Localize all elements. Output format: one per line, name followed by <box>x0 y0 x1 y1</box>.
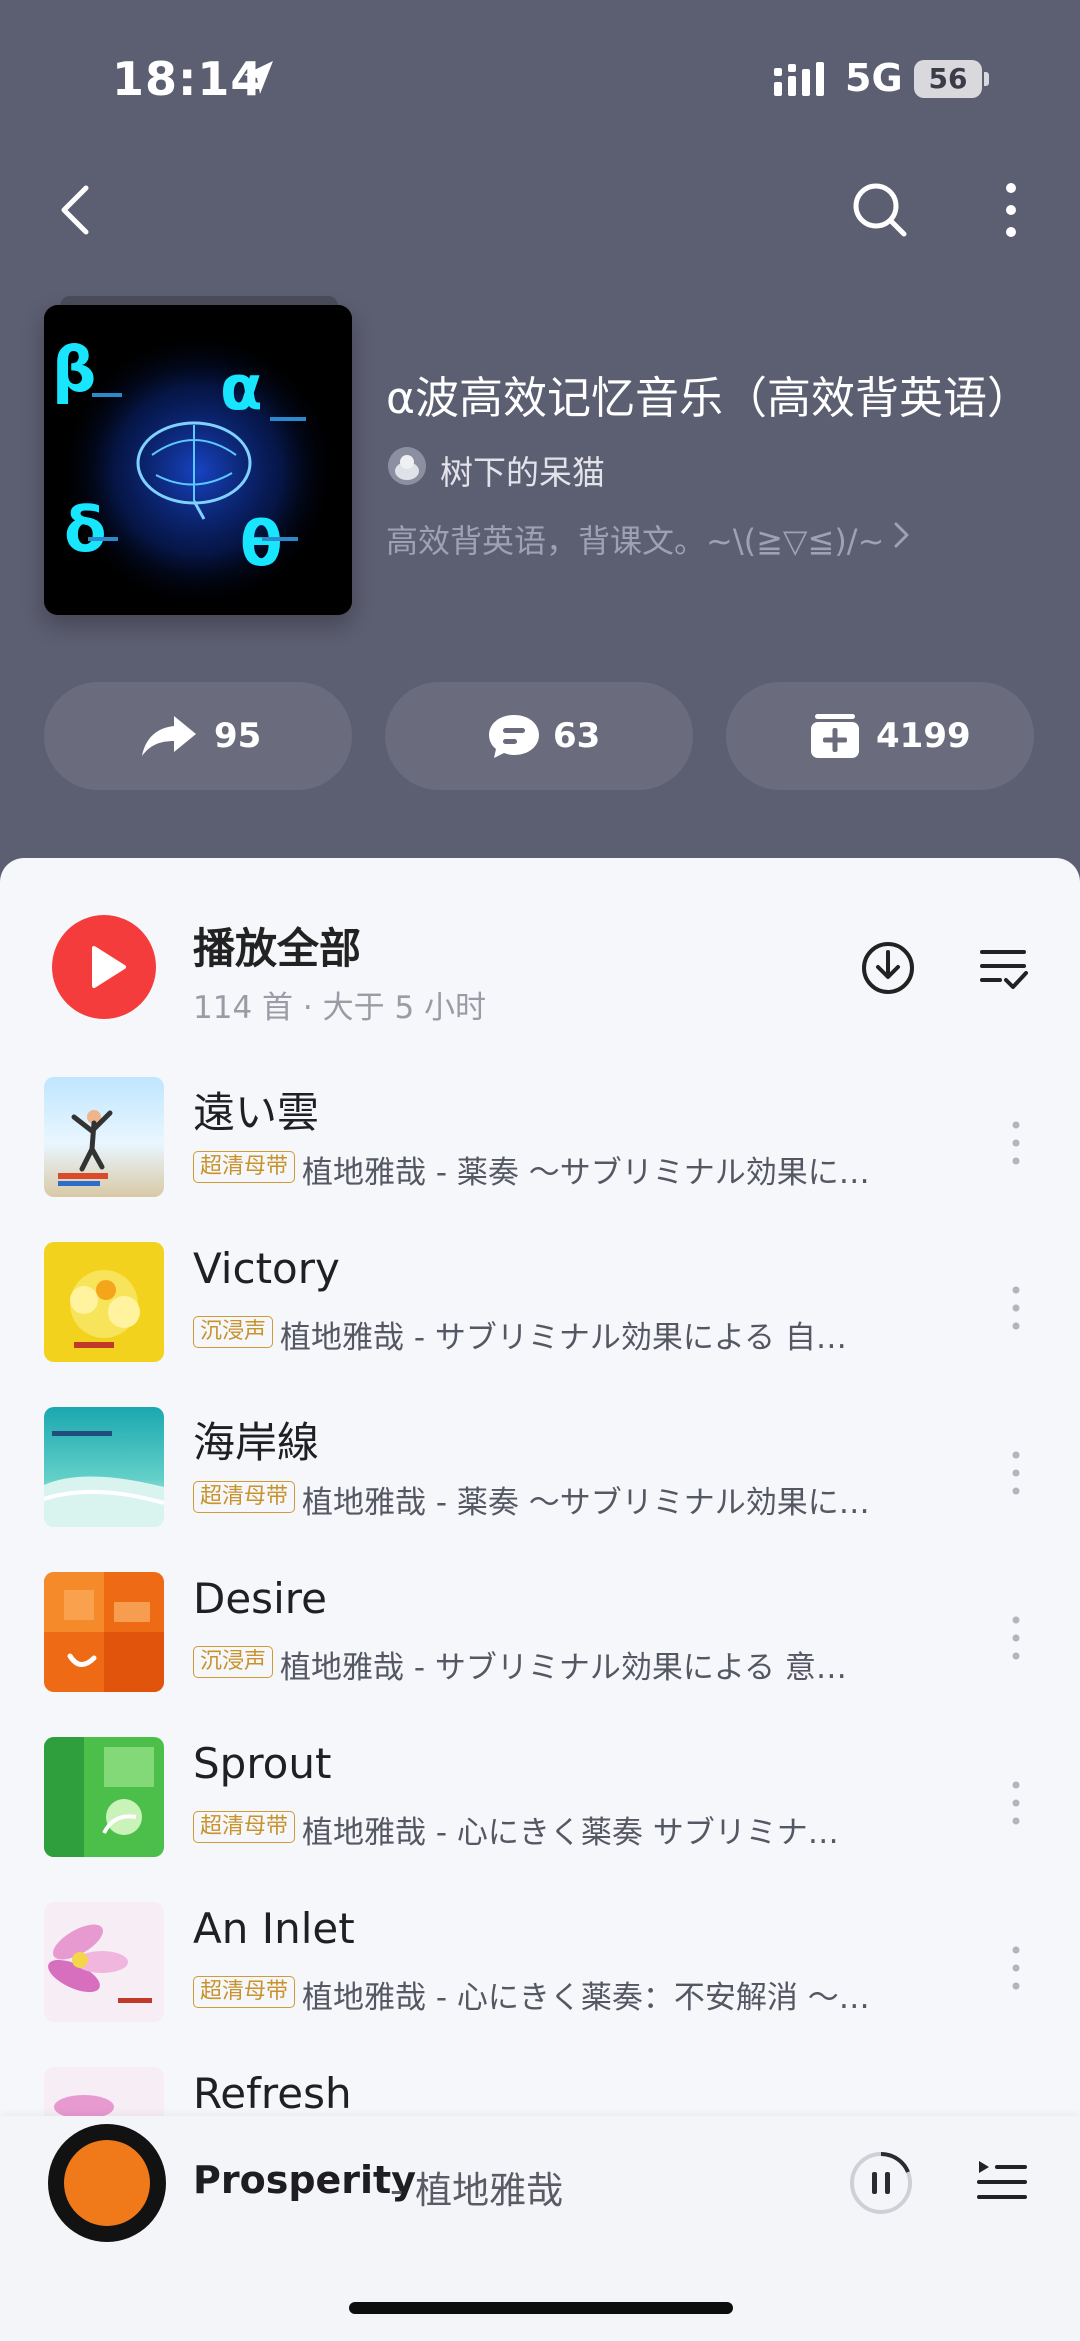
song-row[interactable]: Sprout 超清母带 植地雅哉 - 心にきく薬奏 サブリミナ… <box>0 1737 1080 1902</box>
song-row[interactable]: 海岸線 超清母带 植地雅哉 - 薬奏 ～サブリミナル効果に… <box>0 1407 1080 1572</box>
song-more-icon[interactable] <box>1002 1608 1030 1668</box>
brain-waves-artwork: β α δ θ <box>44 305 352 615</box>
alpha-label: α <box>220 351 263 424</box>
comment-icon <box>489 715 539 758</box>
chevron-right-icon[interactable] <box>890 518 914 552</box>
play-icon <box>92 946 126 988</box>
song-title: 遠い雲 <box>193 1088 320 1137</box>
collect-icon <box>811 714 859 758</box>
song-subtitle: 植地雅哉 - 心にきく薬奏：不安解消 ～… <box>302 1980 870 2016</box>
beta-label: β <box>52 333 96 406</box>
back-icon[interactable] <box>52 180 104 240</box>
search-icon[interactable] <box>848 178 912 242</box>
now-playing-title[interactable]: Prosperity <box>193 2158 416 2202</box>
song-row[interactable]: Desire 沉浸声 植地雅哉 - サブリミナル効果による 意… <box>0 1572 1080 1737</box>
download-icon[interactable] <box>860 940 916 996</box>
song-subtitle: 植地雅哉 - 薬奏 ～サブリミナル効果に… <box>302 1485 870 1521</box>
creator-name[interactable]: 树下的呆猫 <box>440 446 605 494</box>
playlist-cover[interactable]: β α δ θ <box>44 305 352 615</box>
song-title: Desire <box>193 1574 327 1623</box>
battery-indicator: 56 <box>914 60 989 98</box>
song-subtitle: 植地雅哉 - 心にきく薬奏 サブリミナ… <box>302 1815 839 1851</box>
now-playing-artist[interactable]: - 植地雅哉 <box>390 2160 563 2214</box>
song-title: An Inlet <box>193 1904 355 1953</box>
quality-badge: 超清母带 <box>193 1151 296 1183</box>
quality-badge: 超清母带 <box>193 1481 296 1513</box>
playlist-description[interactable]: 高效背英语，背课文。~\(≧▽≦)/~ <box>386 516 884 562</box>
signal-icon <box>774 62 824 96</box>
song-more-icon[interactable] <box>1002 1938 1030 1998</box>
quality-badge: 超清母带 <box>193 1811 296 1843</box>
song-cover <box>44 1407 164 1527</box>
song-more-icon[interactable] <box>1002 1443 1030 1503</box>
song-row[interactable]: An Inlet 超清母带 植地雅哉 - 心にきく薬奏：不安解消 ～… <box>0 1902 1080 2067</box>
song-cover <box>44 1077 164 1197</box>
song-row[interactable]: Victory 沉浸声 植地雅哉 - サブリミナル効果による 自… <box>0 1242 1080 1407</box>
battery-level: 56 <box>928 62 968 95</box>
share-icon <box>142 716 196 756</box>
collect-button[interactable]: 4199 <box>726 682 1034 790</box>
song-cover <box>44 1242 164 1362</box>
track-count-duration: 114 首 · 大于 5 小时 <box>193 990 487 1026</box>
song-more-icon[interactable] <box>1002 1113 1030 1173</box>
now-playing-disc[interactable] <box>48 2124 166 2242</box>
more-icon[interactable] <box>988 178 1034 242</box>
delta-label: δ <box>64 493 107 566</box>
quality-badge: 沉浸声 <box>193 1646 274 1678</box>
song-title: Victory <box>193 1244 340 1293</box>
song-subtitle: 植地雅哉 - サブリミナル効果による 意… <box>280 1650 847 1686</box>
song-row[interactable]: 遠い雲 超清母带 植地雅哉 - 薬奏 ～サブリミナル効果に… <box>0 1077 1080 1242</box>
song-cover <box>44 1737 164 1857</box>
manage-list-icon[interactable] <box>978 942 1030 994</box>
song-title: Refresh <box>193 2069 352 2118</box>
share-count: 95 <box>214 716 262 756</box>
song-cover <box>44 1572 164 1692</box>
theta-label: θ <box>240 507 283 580</box>
collect-count: 4199 <box>876 716 971 756</box>
song-more-icon[interactable] <box>1002 1278 1030 1338</box>
play-all-button[interactable] <box>52 915 156 1019</box>
song-cover <box>44 1902 164 2022</box>
song-subtitle: 植地雅哉 - サブリミナル効果による 自… <box>280 1320 847 1356</box>
song-more-icon[interactable] <box>1002 1773 1030 1833</box>
pause-icon[interactable] <box>848 2150 914 2216</box>
share-button[interactable]: 95 <box>44 682 352 790</box>
network-type: 5G <box>845 56 903 100</box>
creator-avatar[interactable] <box>388 447 426 485</box>
play-all-label[interactable]: 播放全部 <box>193 915 361 976</box>
comment-button[interactable]: 63 <box>385 682 693 790</box>
home-indicator <box>349 2302 733 2314</box>
quality-badge: 沉浸声 <box>193 1316 274 1348</box>
song-title: 海岸線 <box>193 1418 320 1467</box>
comment-count: 63 <box>553 716 601 756</box>
playlist-title: α波高效记忆音乐（高效背英语） <box>386 373 1032 424</box>
song-subtitle: 植地雅哉 - 薬奏 ～サブリミナル効果に… <box>302 1155 870 1191</box>
song-title: Sprout <box>193 1739 332 1788</box>
quality-badge: 超清母带 <box>193 1976 296 2008</box>
location-arrow-icon <box>244 61 273 94</box>
status-bar: 18:14 5G 56 <box>0 0 1080 150</box>
queue-icon[interactable] <box>975 2155 1029 2209</box>
